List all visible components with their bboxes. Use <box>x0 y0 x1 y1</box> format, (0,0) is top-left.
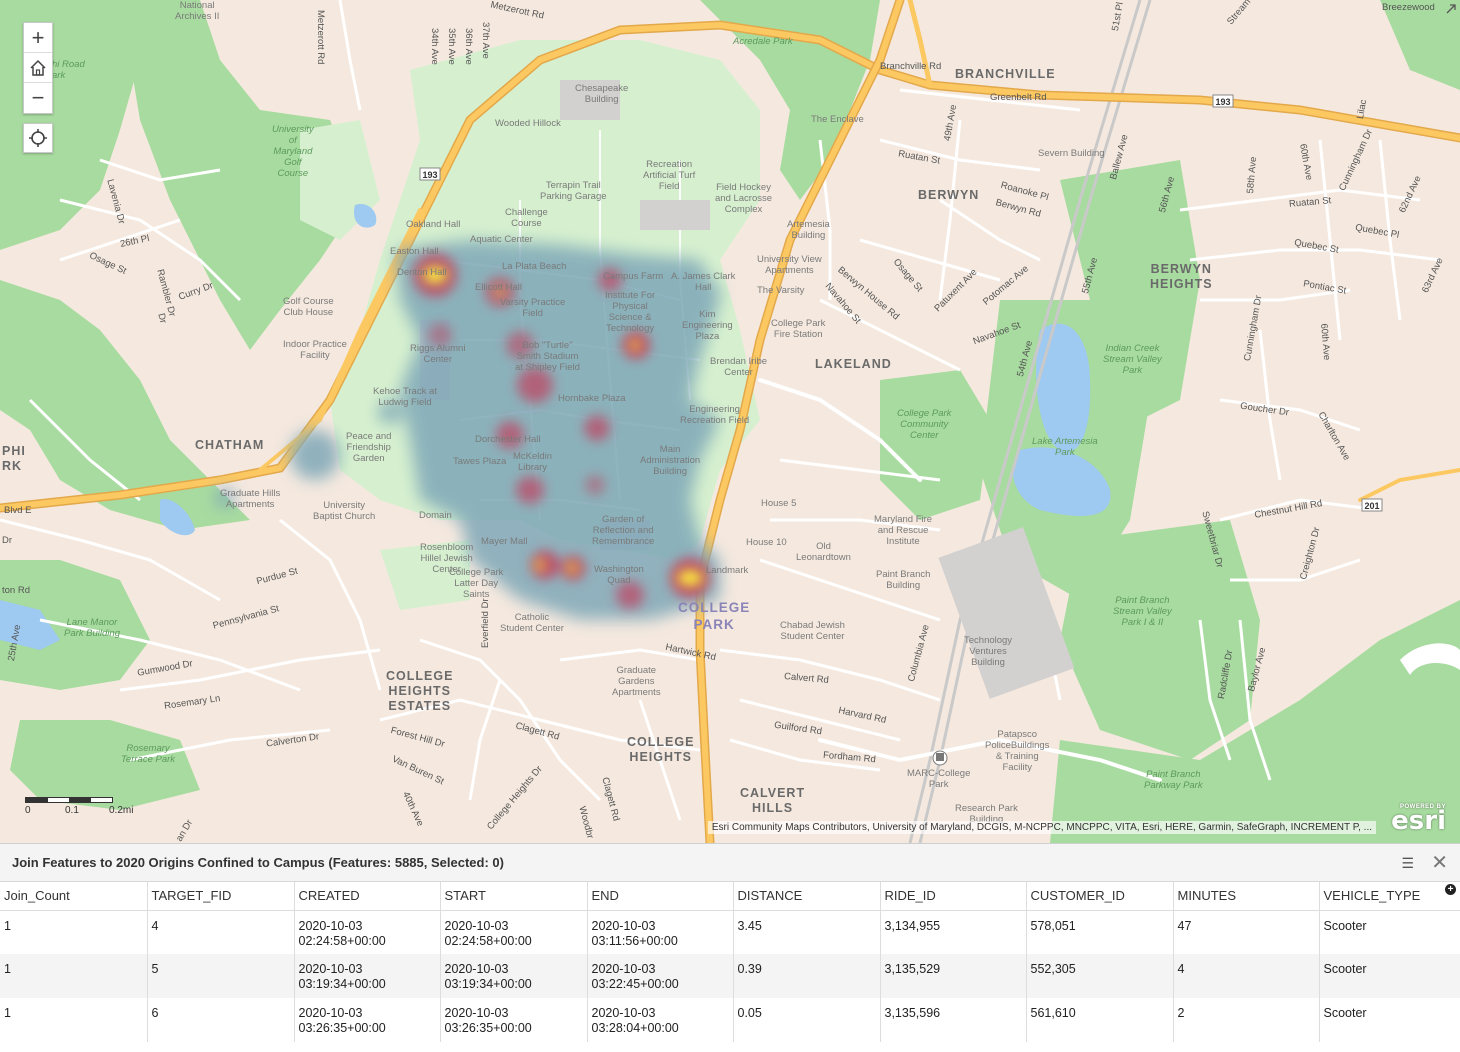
table-header: Join Features to 2020 Origins Confined t… <box>0 844 1460 882</box>
table-cell-end: 2020-10-03 03:22:45+00:00 <box>587 954 734 998</box>
table-cell-customer-id: 561,610 <box>1026 998 1174 1042</box>
table-cell-minutes: 47 <box>1173 910 1320 954</box>
column-header-vehicle-type[interactable]: VEHICLE_TYPE <box>1319 882 1460 911</box>
esri-name: esri <box>1391 806 1446 836</box>
column-header-join-count[interactable]: Join_Count <box>0 882 148 911</box>
shield-193-west: 193 <box>422 170 437 180</box>
table-cell-ride-id: 3,135,596 <box>880 998 1027 1042</box>
table-cell-customer-id: 552,305 <box>1026 954 1174 998</box>
table-cell-target-fid: 5 <box>147 954 295 998</box>
table-cell-minutes: 4 <box>1173 954 1320 998</box>
shield-201: 201 <box>1364 501 1379 511</box>
table-title: Join Features to 2020 Origins Confined t… <box>12 855 504 870</box>
add-column-icon[interactable]: + <box>1445 884 1456 895</box>
scale-label-0: 0 <box>25 805 31 816</box>
close-icon[interactable]: ✕ <box>1431 853 1448 873</box>
column-header-end[interactable]: END <box>587 882 734 911</box>
table-cell-vehicle-type: Scooter <box>1319 910 1460 954</box>
home-icon <box>30 59 46 76</box>
table-cell-target-fid: 4 <box>147 910 295 954</box>
column-header-minutes[interactable]: MINUTES <box>1173 882 1320 911</box>
table-cell-end: 2020-10-03 03:11:56+00:00 <box>587 910 734 954</box>
table-cell-join-count: 1 <box>0 998 148 1042</box>
table-body: 1 4 2020-10-03 02:24:58+00:00 2020-10-03 02… <box>0 910 1460 1042</box>
locate-button[interactable] <box>23 123 53 153</box>
zoom-controls: + − <box>23 22 53 114</box>
train-station-icon <box>932 750 948 766</box>
home-button[interactable] <box>24 53 52 83</box>
zoom-in-button[interactable]: + <box>24 23 52 53</box>
map-attribution[interactable]: Esri Community Maps Contributors, Univer… <box>707 821 1376 834</box>
table-row[interactable]: 1 4 2020-10-03 02:24:58+00:00 2020-10-03 02… <box>0 910 1460 954</box>
table-cell-start: 2020-10-03 03:19:34+00:00 <box>440 954 588 998</box>
column-header-start[interactable]: START <box>440 882 588 911</box>
expand-icon[interactable] <box>1444 2 1458 16</box>
zoom-out-button[interactable]: − <box>24 83 52 113</box>
table-cell-ride-id: 3,134,955 <box>880 910 1027 954</box>
table-cell-minutes: 2 <box>1173 998 1320 1042</box>
column-header-ride-id[interactable]: RIDE_ID <box>880 882 1027 911</box>
table-cell-created: 2020-10-03 03:19:34+00:00 <box>294 954 441 998</box>
table-cell-vehicle-type: Scooter <box>1319 954 1460 998</box>
table-cell-vehicle-type: Scooter <box>1319 998 1460 1042</box>
table-cell-distance: 0.39 <box>733 954 881 998</box>
table-cell-created: 2020-10-03 03:26:35+00:00 <box>294 998 441 1042</box>
esri-logo: POWERED BY esri <box>1391 804 1446 836</box>
column-header-customer-id[interactable]: CUSTOMER_ID <box>1026 882 1174 911</box>
table-cell-end: 2020-10-03 03:28:04+00:00 <box>587 998 734 1042</box>
attribute-table-panel: Join Features to 2020 Origins Confined t… <box>0 843 1460 1052</box>
column-header-target-fid[interactable]: TARGET_FID <box>147 882 295 911</box>
scale-label-end: 0.2mi <box>109 805 134 816</box>
table-cell-distance: 3.45 <box>733 910 881 954</box>
table-cell-target-fid: 6 <box>147 998 295 1042</box>
table-cell-distance: 0.05 <box>733 998 881 1042</box>
table-cell-start: 2020-10-03 03:26:35+00:00 <box>440 998 588 1042</box>
shield-193-east: 193 <box>1215 97 1230 107</box>
column-header-distance[interactable]: DISTANCE <box>733 882 881 911</box>
scale-bar: 0 0.1 0.2mi <box>25 797 133 819</box>
map-view[interactable]: 193 193 201 BRANCHVILLE BERWYN BERWYN HE… <box>0 0 1460 843</box>
table-cell-ride-id: 3,135,529 <box>880 954 1027 998</box>
table-cell-join-count: 1 <box>0 954 148 998</box>
table-cell-start: 2020-10-03 02:24:58+00:00 <box>440 910 588 954</box>
attribute-table: Join_Count TARGET_FID CREATED START END DISTA… <box>0 882 1460 1042</box>
table-options-menu-icon[interactable]: ☰ <box>1401 856 1414 870</box>
basemap: 193 193 201 <box>0 0 1460 843</box>
table-cell-created: 2020-10-03 02:24:58+00:00 <box>294 910 441 954</box>
locate-icon <box>29 129 47 147</box>
table-row[interactable]: 1 6 2020-10-03 03:26:35+00:00 2020-10-03 03… <box>0 998 1460 1042</box>
scale-label-mid: 0.1 <box>65 805 79 816</box>
table-cell-join-count: 1 <box>0 910 148 954</box>
table-header-row: Join_Count TARGET_FID CREATED START END DISTA… <box>0 882 1460 911</box>
table-row[interactable]: 1 5 2020-10-03 03:19:34+00:00 2020-10-03 03… <box>0 954 1460 998</box>
column-header-created[interactable]: CREATED <box>294 882 441 911</box>
table-cell-customer-id: 578,051 <box>1026 910 1174 954</box>
